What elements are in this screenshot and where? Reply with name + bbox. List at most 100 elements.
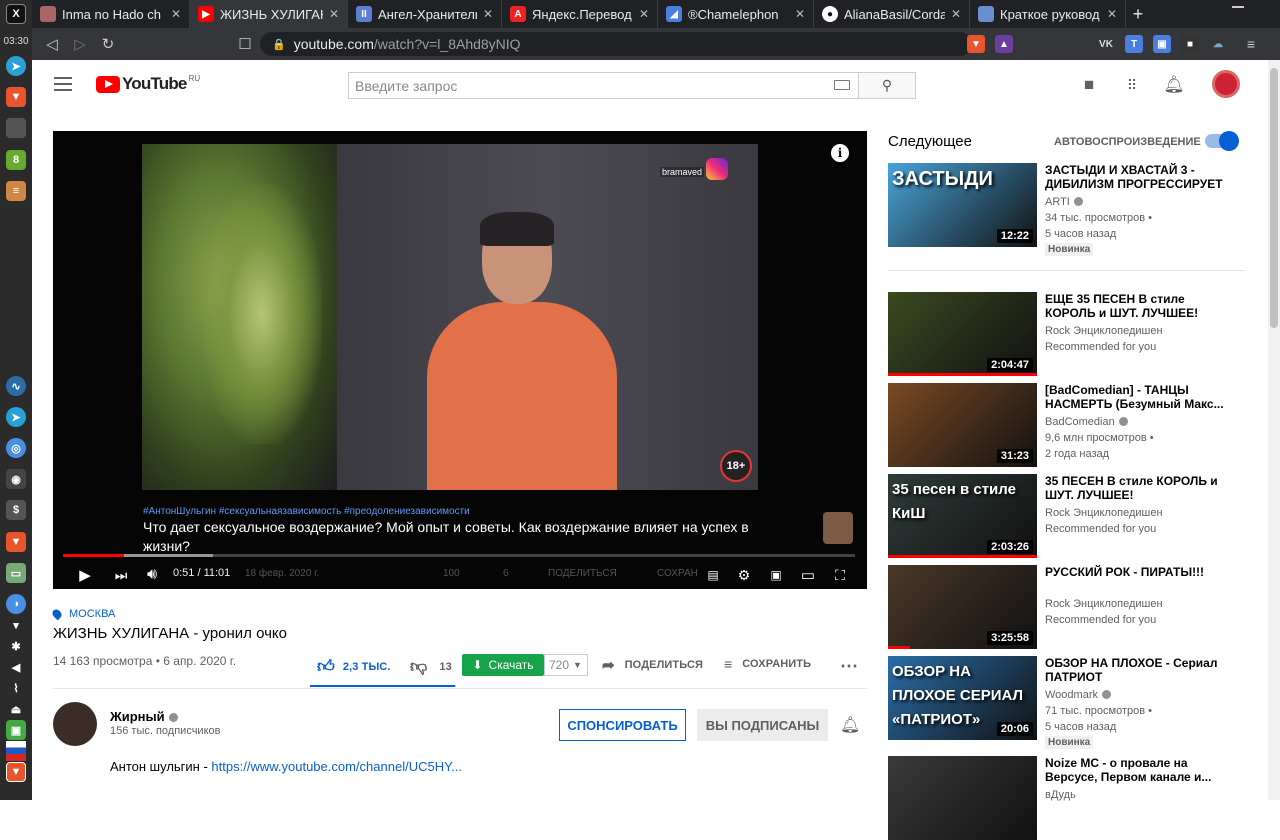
forward-icon[interactable]: ▷ [66,30,94,58]
brave-shields-icon[interactable]: ▼ [967,35,985,53]
telegram-icon[interactable]: ➤ [6,56,26,76]
video-title[interactable]: [BadComedian] - ТАНЦЫ НАСМЕРТЬ (Безумный… [1045,383,1235,411]
video-channel[interactable]: Woodmark [1045,689,1111,701]
tab-chamelephon[interactable]: ◢ ®Chamelephon ✕ [658,0,814,28]
notifications-bell-icon[interactable]: 🔔︎ [1163,74,1185,96]
translate-extension-icon[interactable]: T [1125,35,1143,53]
video-channel[interactable]: Rock Энциклопедишен [1045,598,1163,610]
console-icon[interactable]: $ [6,500,26,520]
recommended-video[interactable]: ОБЗОР НА ПЛОХОЕ СЕРИАЛ «ПАТРИОТ» 20:06 ОБЗ… [888,656,1248,749]
video-thumbnail[interactable]: 31:23 [888,383,1037,467]
video-progress-bar[interactable] [63,554,855,557]
search-button[interactable]: ⚲ [858,72,916,99]
bookmark-icon[interactable]: ☐ [231,30,259,58]
video-thumbnail[interactable]: 2:04:47 [888,292,1037,376]
recommended-video[interactable]: 31:23 [BadComedian] - ТАНЦЫ НАСМЕРТЬ (Без… [888,383,1248,467]
wifi-icon[interactable]: ▾ [6,615,26,635]
video-thumbnail[interactable]: ОБЗОР НА ПЛОХОЕ СЕРИАЛ «ПАТРИОТ» 20:06 [888,656,1037,740]
dislike-button[interactable]: 👎︎ 13 [410,656,452,677]
new-tab-button[interactable]: + [1126,0,1150,28]
tab-angel[interactable]: II Ангел-Хранитель ✕ [348,0,502,28]
eject-icon[interactable]: ⏏ [6,699,26,719]
address-bar[interactable]: 🔒 youtube.com/watch?v=l_8Ahd8yNIQ [260,32,972,56]
video-player[interactable]: bramaved 18+ i #АнтонШульгин #сексуальна… [53,131,867,589]
video-thumbnail[interactable] [888,756,1037,840]
video-title[interactable]: Noize MC - о провале на Версусе, Первом … [1045,756,1235,784]
files-icon[interactable] [6,118,26,138]
more-actions-icon[interactable]: ⋯ [840,656,858,677]
info-icon[interactable]: i [831,144,849,162]
tab-yandex-translate[interactable]: A Яндекс.Перевод ✕ [502,0,658,28]
steam-icon[interactable]: ∿ [6,376,26,396]
video-title[interactable]: РУССКИЙ РОК - ПИРАТЫ!!! [1045,565,1235,579]
tab-close-icon[interactable]: ✕ [329,7,339,21]
screenshot-extension-icon[interactable]: ▣ [1153,35,1171,53]
recommended-video[interactable]: 3:25:58 РУССКИЙ РОК - ПИРАТЫ!!! Rock Энцик… [888,565,1248,649]
video-channel[interactable]: вДудь [1045,789,1076,801]
browser-menu-icon[interactable]: ≡ [1242,35,1260,53]
quality-select[interactable]: 720 ▼ [544,654,588,676]
tab-github[interactable]: ● AlianaBasil/Corda ✕ [814,0,970,28]
tab-close-icon[interactable]: ✕ [483,7,493,21]
download-button[interactable]: ⬇ Скачать [462,654,544,676]
recommended-video[interactable]: 35 песен в стиле КиШ 2:03:26 35 ПЕСЕН В ст… [888,474,1248,558]
fullscreen-button[interactable]: ⛶ [829,563,851,587]
brave-icon[interactable]: ▼ [6,87,26,107]
channel-name-row[interactable]: Жирный [110,709,178,724]
video-thumbnail[interactable]: 35 песен в стиле КиШ 2:03:26 [888,474,1037,558]
package-extension-icon[interactable]: ■ [1181,35,1199,53]
sponsor-button[interactable]: СПОНСИРОВАТЬ [559,709,686,741]
subtitles-button[interactable]: ▤ [703,563,723,587]
video-title[interactable]: ЗАСТЫДИ И ХВАСТАЙ 3 - ДИБИЛИЗМ ПРОГРЕССИ… [1045,163,1235,191]
keyboard-layout-flag-icon[interactable] [6,741,26,761]
cloud-extension-icon[interactable]: ☁ [1209,35,1227,53]
tab-close-icon[interactable]: ✕ [795,7,805,21]
video-location[interactable]: МОСКВА [50,607,115,621]
back-icon[interactable]: ◁ [38,30,66,58]
recommended-video[interactable]: Noize MC - о провале на Версусе, Первом … [888,756,1248,840]
tab-close-icon[interactable]: ✕ [951,7,961,21]
page-scrollbar[interactable] [1268,60,1280,800]
description-link[interactable]: https://www.youtube.com/channel/UC5HY... [211,759,462,774]
video-thumbnail[interactable]: ЗАСТЫДИ 12:22 [888,163,1037,247]
recommended-video[interactable]: 2:04:47 ЕЩЕ 35 ПЕСЕН В стиле КОРОЛЬ и ШУТ… [888,292,1248,376]
tab-close-icon[interactable]: ✕ [1107,7,1117,21]
tab-close-icon[interactable]: ✕ [171,7,181,21]
channel-avatar[interactable] [53,702,97,746]
tab-youtube-active[interactable]: ▶ ЖИЗНЬ ХУЛИГАН ✕ [190,0,348,28]
brave-rewards-icon[interactable]: ▲ [995,35,1013,53]
vk-extension-icon[interactable]: VK [1097,35,1115,53]
chrome-icon[interactable]: ◎ [6,438,26,458]
volume-button[interactable]: 🔊︎ [141,563,163,587]
video-channel[interactable]: BadComedian [1045,416,1128,428]
video-title[interactable]: ЕЩЕ 35 ПЕСЕН В стиле КОРОЛЬ и ШУТ. ЛУЧШЕ… [1045,292,1235,320]
share-button[interactable]: ➦ ПОДЕЛИТЬСЯ [602,656,703,674]
autoplay-toggle[interactable] [1205,131,1239,151]
video-hashtags[interactable]: #АнтонШульгин #сексуальнаязависимость #п… [143,506,470,517]
video-title[interactable]: 35 ПЕСЕН В стиле КОРОЛЬ и ШУТ. ЛУЧШЕЕ! [1045,474,1235,502]
tab-inma[interactable]: Inma no Hado ch ✕ [32,0,190,28]
youtube-logo[interactable]: YouTube RU [96,74,200,94]
settings-gear-icon[interactable]: ⚙ [734,563,754,587]
channel-watermark[interactable] [823,512,853,544]
terminal-icon[interactable]: 8 [6,150,26,170]
theater-mode-button[interactable]: ▭ [797,563,819,587]
video-channel[interactable]: Rock Энциклопедишен [1045,325,1163,337]
network-icon[interactable]: ◑ [6,594,26,614]
reload-icon[interactable]: ↻ [94,30,122,58]
search-input[interactable]: Введите запрос [348,72,858,99]
apps-menu-icon[interactable]: X [6,4,26,24]
next-button[interactable]: ⏭ [111,563,131,587]
gimp-icon[interactable]: ◉ [6,469,26,489]
apps-grid-icon[interactable]: ⠿ [1121,74,1143,96]
subscribed-button[interactable]: ВЫ ПОДПИСАНЫ [697,709,828,741]
miniplayer-button[interactable]: ▣ [765,563,787,587]
video-channel[interactable]: ARTI [1045,196,1083,208]
keyboard-icon[interactable] [834,80,850,90]
save-button[interactable]: ≡ СОХРАНИТЬ [724,656,811,672]
clipboard-icon[interactable]: ⌇ [6,678,26,698]
package-icon[interactable]: ▣ [6,720,26,740]
channel-bell-icon[interactable]: 🔔︎ [840,715,860,734]
minimize-icon[interactable] [1232,6,1244,8]
scrollbar-thumb[interactable] [1270,68,1278,328]
